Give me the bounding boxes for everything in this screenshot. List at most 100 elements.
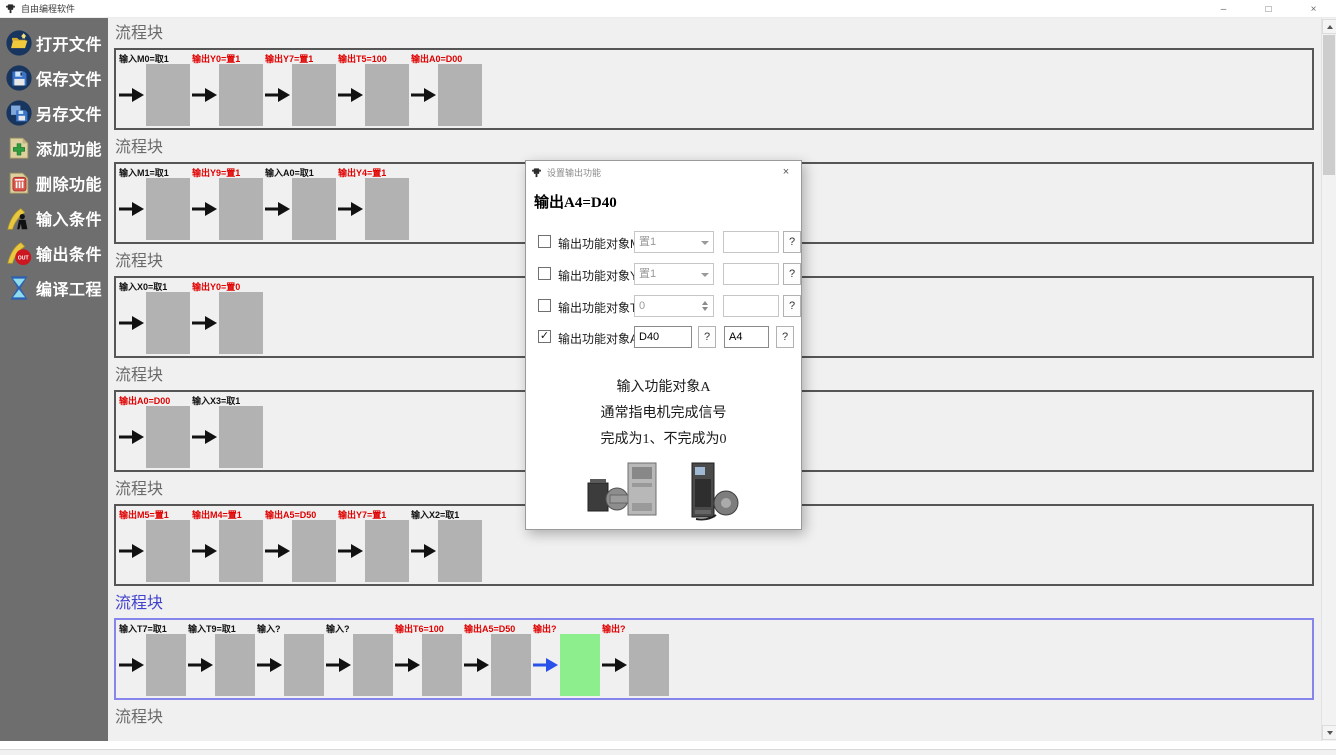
flow-step-box[interactable] <box>146 520 190 582</box>
flow-step: 输出Y0=置0 <box>191 279 263 354</box>
dialog-titlebar[interactable]: 设置输出功能 × <box>526 161 801 183</box>
flow-step-box[interactable] <box>438 520 482 582</box>
chevron-down-icon <box>701 241 709 245</box>
sidebar-item-add-function[interactable]: 添加功能 <box>5 133 108 163</box>
flow-step-box[interactable] <box>292 178 336 240</box>
flow-step-label: 输出Y0=置0 <box>192 280 240 293</box>
row-value-field[interactable] <box>723 263 779 285</box>
flow-block-panel[interactable]: 输入T7=取1输入T9=取1输入?输入?输出T6=100输出A5=D50输出?输… <box>114 618 1314 700</box>
scroll-down-button[interactable] <box>1322 725 1336 740</box>
flow-step-box[interactable] <box>365 178 409 240</box>
sidebar-item-label: 删除功能 <box>36 171 102 195</box>
output-target-row: 输出功能对象M置1? <box>526 231 801 255</box>
flow-step-box[interactable] <box>365 64 409 126</box>
output-target-row: 输出功能对象Y置1? <box>526 263 801 287</box>
dialog-images <box>526 461 801 523</box>
maximize-button[interactable]: □ <box>1246 0 1291 18</box>
titlebar: 自由编程软件 – □ × <box>0 0 1336 18</box>
flow-step-box[interactable] <box>560 634 600 696</box>
sidebar-item-input-condition[interactable]: 输入条件 <box>5 203 108 233</box>
flow-step-box[interactable] <box>146 634 186 696</box>
flow-step-label: 输入X3=取1 <box>192 394 240 407</box>
flow-step-box[interactable] <box>219 64 263 126</box>
sidebar-item-compile-project[interactable]: 编译工程 <box>5 273 108 303</box>
minimize-button[interactable]: – <box>1201 0 1246 18</box>
flow-step-box[interactable] <box>292 64 336 126</box>
flow-step: 输出A5=D50 <box>463 621 531 696</box>
flow-arrow-icon <box>338 542 364 560</box>
row-checkbox[interactable] <box>538 235 551 248</box>
row-help-button[interactable]: ? <box>776 326 794 348</box>
flow-step: 输出A0=D00 <box>410 51 482 126</box>
flow-block-heading: 流程块 <box>115 138 1314 157</box>
flow-step-box[interactable] <box>219 292 263 354</box>
sidebar-item-open-file[interactable]: 打开文件 <box>5 28 108 58</box>
flow-step-box[interactable] <box>215 634 255 696</box>
flow-step-box[interactable] <box>422 634 462 696</box>
flow-step-label: 输出M5=置1 <box>119 508 169 521</box>
flow-step-label: 输出A5=D50 <box>464 622 515 635</box>
sidebar-item-label: 保存文件 <box>36 66 102 90</box>
row-value-field[interactable] <box>723 295 779 317</box>
sidebar-item-output-condition[interactable]: OUT输出条件 <box>5 238 108 268</box>
scroll-up-button[interactable] <box>1322 19 1336 34</box>
flow-block-panel[interactable]: 输入M0=取1输出Y0=置1输出Y7=置1输出T5=100输出A0=D00 <box>114 48 1314 130</box>
flow-block: 流程块输入T7=取1输入T9=取1输入?输入?输出T6=100输出A5=D50输… <box>114 594 1314 700</box>
flow-step: 输入X0=取1 <box>118 279 190 354</box>
svg-text:OUT: OUT <box>18 256 30 262</box>
flow-step-label: 输入? <box>257 622 281 635</box>
flow-step-box[interactable] <box>629 634 669 696</box>
flow-step-label: 输入X2=取1 <box>411 508 459 521</box>
flow-step-label: 输出? <box>602 622 626 635</box>
row-label: 输出功能对象Y <box>558 267 638 284</box>
flow-step-box[interactable] <box>292 520 336 582</box>
dialog-close-button[interactable]: × <box>771 161 801 183</box>
spinner-up-icon[interactable] <box>702 301 708 305</box>
flow-step: 输入? <box>325 621 393 696</box>
flow-step-box[interactable] <box>219 178 263 240</box>
row-checkbox[interactable] <box>538 299 551 312</box>
flow-step-box[interactable] <box>146 406 190 468</box>
flow-step: 输出? <box>532 621 600 696</box>
flow-step: 输入A0=取1 <box>264 165 336 240</box>
flow-step-box[interactable] <box>353 634 393 696</box>
row-label: 输出功能对象T <box>558 299 637 316</box>
row-spinner[interactable]: 0 <box>634 295 714 317</box>
flow-step-box[interactable] <box>438 64 482 126</box>
flow-step-box[interactable] <box>284 634 324 696</box>
flow-step-box[interactable] <box>146 178 190 240</box>
flow-step-label: 输出Y9=置1 <box>192 166 240 179</box>
flow-step-box[interactable] <box>146 64 190 126</box>
flow-arrow-icon <box>265 86 291 104</box>
row-combobox[interactable]: 置1 <box>634 263 714 285</box>
row-help-button[interactable]: ? <box>783 231 801 253</box>
flow-step: 输出T6=100 <box>394 621 462 696</box>
spinner-value: 0 <box>639 300 645 312</box>
dialog-icon <box>531 167 542 178</box>
flow-step: 输出T5=100 <box>337 51 409 126</box>
flow-step-box[interactable] <box>219 406 263 468</box>
row-combobox[interactable]: 置1 <box>634 231 714 253</box>
row-data-field[interactable]: D40 <box>634 326 692 348</box>
row-axis-field[interactable]: A4 <box>724 326 769 348</box>
close-button[interactable]: × <box>1291 0 1336 18</box>
flow-step-box[interactable] <box>365 520 409 582</box>
row-checkbox[interactable] <box>538 267 551 280</box>
row-help-button[interactable]: ? <box>698 326 716 348</box>
row-help-button[interactable]: ? <box>783 263 801 285</box>
flow-arrow-icon <box>265 200 291 218</box>
row-checkbox[interactable]: ✓ <box>538 330 551 343</box>
sidebar-item-save-file[interactable]: 保存文件 <box>5 63 108 93</box>
flow-arrow-icon <box>411 542 437 560</box>
sidebar-item-delete-function[interactable]: 删除功能 <box>5 168 108 198</box>
scroll-thumb[interactable] <box>1323 35 1335 175</box>
flow-step-box[interactable] <box>146 292 190 354</box>
vertical-scrollbar[interactable] <box>1321 18 1336 741</box>
sidebar-item-save-as[interactable]: 另存文件 <box>5 98 108 128</box>
spinner-down-icon[interactable] <box>702 307 708 311</box>
flow-step-box[interactable] <box>491 634 531 696</box>
flow-step-box[interactable] <box>219 520 263 582</box>
row-value-field[interactable] <box>723 231 779 253</box>
row-help-button[interactable]: ? <box>783 295 801 317</box>
sidebar-item-label: 输入条件 <box>36 206 102 230</box>
